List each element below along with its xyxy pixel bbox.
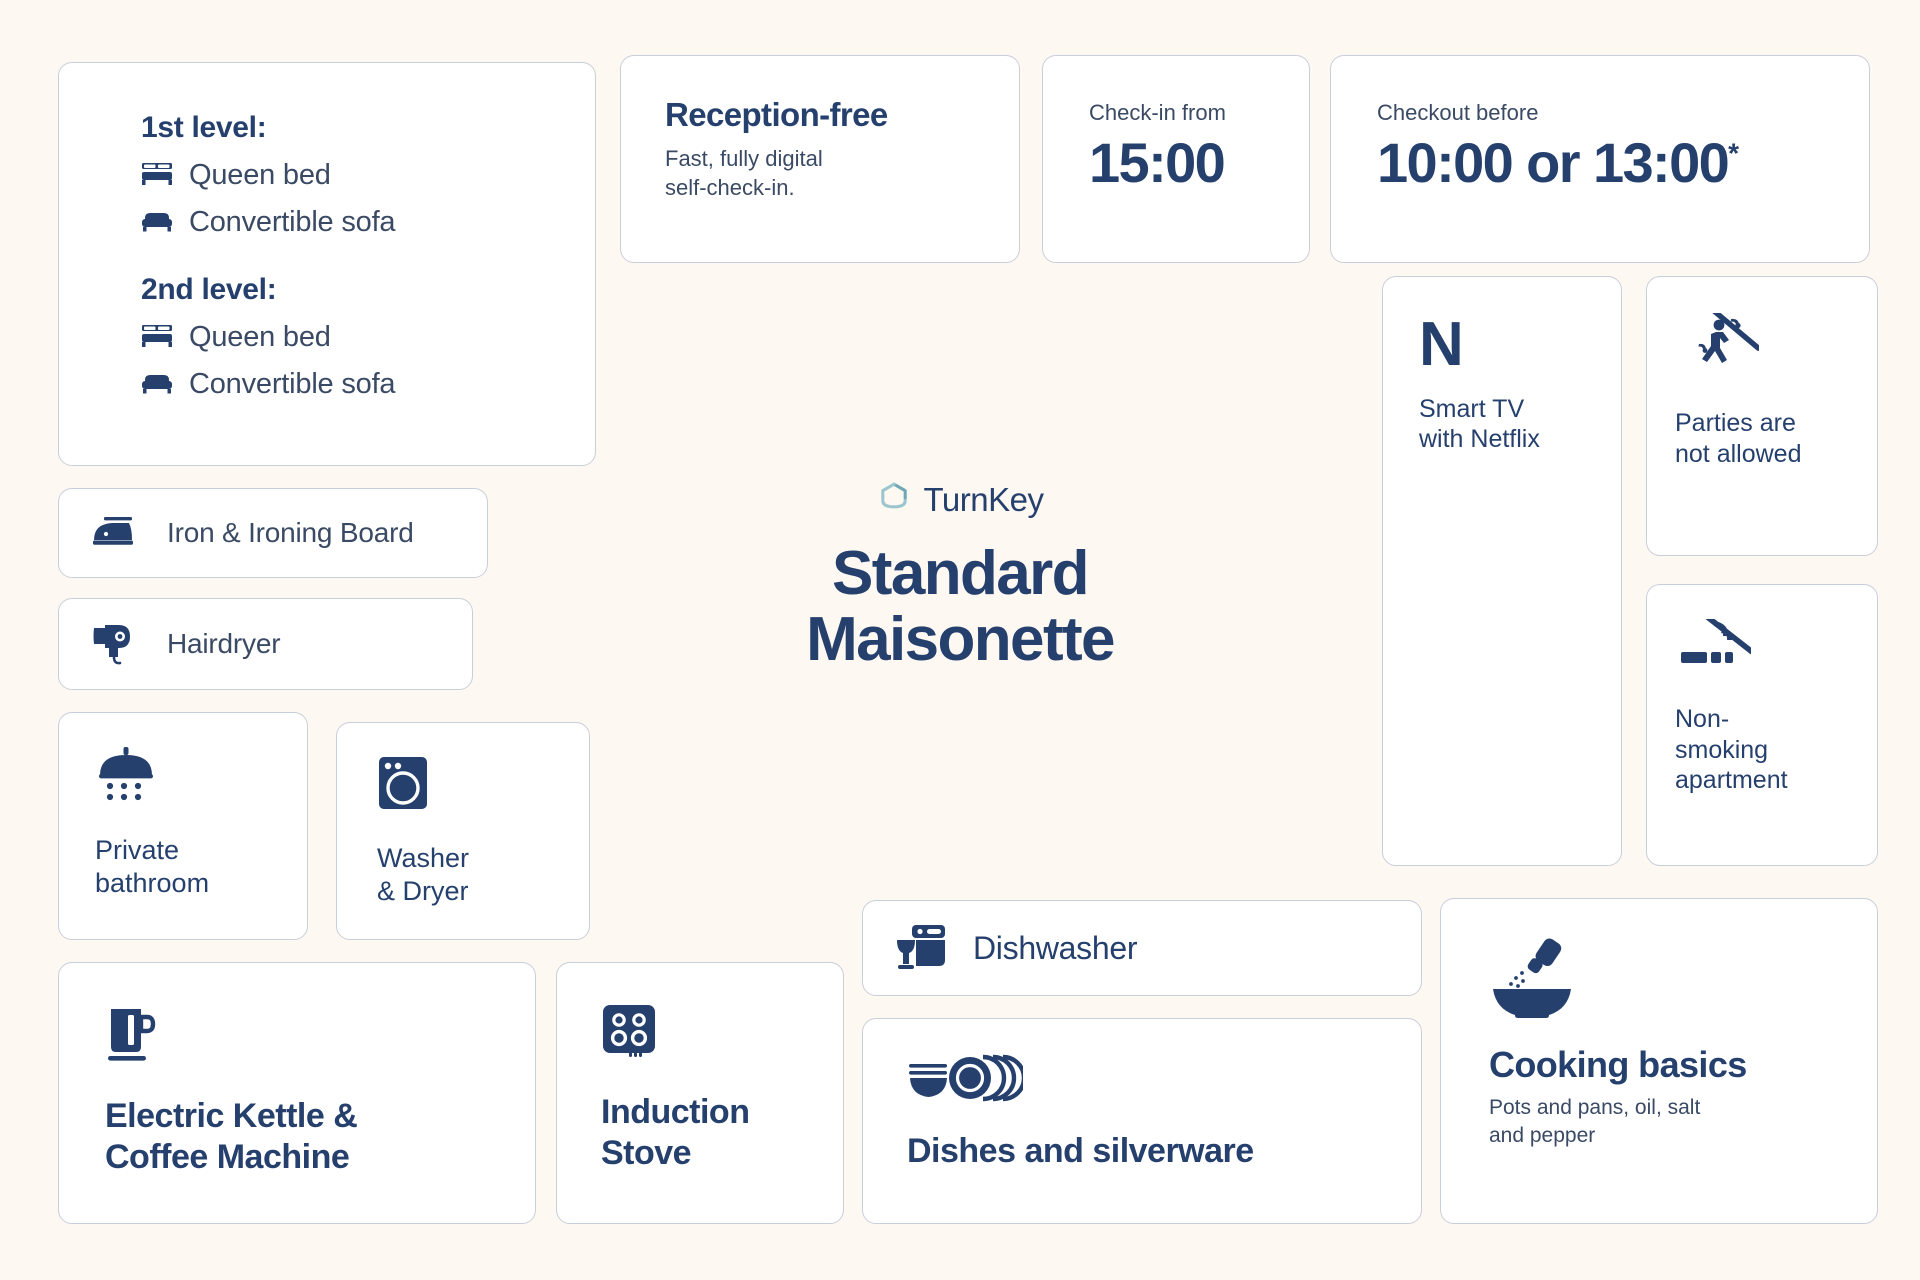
sleeping-item-label: Convertible sofa [189, 368, 396, 400]
level-title: 2nd level: [141, 273, 277, 306]
dishwasher-icon [895, 922, 947, 975]
cooking-basics-card: Cooking basics Pots and pans, oil, salt … [1440, 898, 1878, 1224]
no-smoking-card: Non- smoking apartment [1646, 584, 1878, 866]
bed-icon [141, 322, 173, 353]
sleeping-item: Convertible sofa [141, 368, 595, 401]
induction-stove-label-line2: Stove [601, 1133, 692, 1172]
dishwasher-label: Dishwasher [973, 929, 1138, 966]
private-bathroom-label-line1: Private [95, 835, 180, 865]
induction-stove-label: Induction Stove [601, 1092, 843, 1174]
kettle-coffee-label: Electric Kettle & Coffee Machine [105, 1096, 535, 1178]
checkout-label: Checkout before [1377, 100, 1539, 125]
iron-icon [91, 514, 141, 553]
hairdryer-label: Hairdryer [167, 628, 281, 659]
no-parties-icon [1675, 303, 1762, 384]
checkout-footnote-marker: * [1728, 137, 1739, 169]
no-parties-label: Parties are not allowed [1675, 408, 1877, 469]
amenities-infographic: 1st level: Queen bed Convertible sofa 2n… [0, 0, 1920, 1280]
iron-label: Iron & Ironing Board [167, 517, 414, 548]
sleeping-item: Convertible sofa [141, 206, 595, 239]
washer-dryer-card: Washer & Dryer [336, 722, 590, 940]
induction-stove-label-line1: Induction [601, 1093, 750, 1131]
level-group-1: 1st level: Queen bed Convertible sofa [141, 111, 595, 239]
sleeping-item: Queen bed [141, 321, 595, 354]
brand-logo-row: TurnKey [690, 480, 1230, 519]
page-title-line1: Standard [832, 539, 1090, 608]
no-parties-label-line1: Parties are [1675, 409, 1796, 437]
kettle-icon [105, 1003, 163, 1070]
level-title: 1st level: [141, 111, 267, 144]
brand-name: TurnKey [923, 480, 1045, 518]
washer-dryer-label: Washer & Dryer [377, 842, 589, 908]
smart-tv-label-line2: with Netflix [1419, 425, 1540, 454]
sleeping-arrangement-card: 1st level: Queen bed Convertible sofa 2n… [58, 62, 596, 466]
cooking-basics-icon [1489, 937, 1575, 1024]
cooking-basics-title: Cooking basics [1489, 1044, 1747, 1085]
smart-tv-card: N Smart TV with Netflix [1382, 276, 1622, 866]
kettle-coffee-label-line1: Electric Kettle & [105, 1097, 358, 1135]
cooking-basics-subtitle-line2: and pepper [1489, 1123, 1596, 1147]
kettle-coffee-card: Electric Kettle & Coffee Machine [58, 962, 536, 1224]
page-title: Standard Maisonette [690, 539, 1230, 675]
checkout-time: 10:00 or 13:00* [1377, 130, 1869, 195]
hairdryer-card: Hairdryer [58, 598, 473, 690]
no-smoking-label-line1: Non- [1675, 705, 1730, 733]
level-group-2: 2nd level: Queen bed Convertible sofa [141, 273, 595, 401]
no-parties-card: Parties are not allowed [1646, 276, 1878, 556]
reception-subtitle-line1: Fast, fully digital [665, 146, 823, 171]
kettle-coffee-label-line2: Coffee Machine [105, 1137, 350, 1176]
reception-subtitle-line2: self-check-in. [665, 175, 795, 201]
reception-free-card: Reception-free Fast, fully digital self-… [620, 55, 1020, 263]
washer-dryer-label-line2: & Dryer [377, 875, 469, 906]
dishwasher-card: Dishwasher [862, 900, 1422, 996]
reception-subtitle: Fast, fully digital self-check-in. [665, 144, 1019, 202]
bed-icon [141, 160, 173, 191]
induction-stove-icon [601, 1003, 657, 1066]
brand-block: TurnKey Standard Maisonette [690, 480, 1230, 674]
turnkey-house-icon [877, 480, 911, 519]
page-title-line2: Maisonette [806, 605, 1115, 675]
shower-icon [95, 747, 157, 808]
private-bathroom-label-line2: bathroom [95, 867, 210, 898]
checkout-time-value: 10:00 or 13:00 [1377, 131, 1730, 194]
private-bathroom-label: Private bathroom [95, 834, 307, 900]
sleeping-item-label: Queen bed [189, 159, 331, 191]
smart-tv-label: Smart TV with Netflix [1419, 394, 1621, 455]
dishes-silverware-label: Dishes and silverware [907, 1132, 1254, 1170]
no-smoking-label: Non- smoking apartment [1675, 704, 1877, 796]
no-smoking-label-line2: smoking [1675, 735, 1769, 764]
smart-tv-label-line1: Smart TV [1419, 394, 1525, 423]
private-bathroom-card: Private bathroom [58, 712, 308, 940]
sofa-icon [141, 369, 173, 400]
dishes-silverware-card: Dishes and silverware [862, 1018, 1422, 1224]
check-in-card: Check-in from 15:00 [1042, 55, 1310, 263]
reception-title: Reception-free [665, 96, 888, 133]
no-smoking-icon [1675, 607, 1755, 680]
check-in-time: 15:00 [1089, 131, 1226, 194]
level-spacer [141, 239, 595, 273]
washing-machine-icon [377, 755, 429, 816]
washer-dryer-label-line1: Washer [377, 843, 470, 873]
sleeping-item: Queen bed [141, 159, 595, 192]
sleeping-item-label: Queen bed [189, 321, 331, 353]
check-in-label: Check-in from [1089, 100, 1226, 125]
sleeping-item-label: Convertible sofa [189, 206, 396, 238]
sofa-icon [141, 207, 173, 238]
no-parties-label-line2: not allowed [1675, 439, 1802, 468]
cooking-basics-subtitle: Pots and pans, oil, salt and pepper [1489, 1094, 1877, 1149]
checkout-card: Checkout before 10:00 or 13:00* [1330, 55, 1870, 263]
dishes-icon [907, 1047, 1027, 1114]
iron-card: Iron & Ironing Board [58, 488, 488, 578]
hairdryer-icon [91, 619, 141, 670]
induction-stove-card: Induction Stove [556, 962, 844, 1224]
no-smoking-label-line3: apartment [1675, 766, 1788, 794]
cooking-basics-subtitle-line1: Pots and pans, oil, salt [1489, 1096, 1701, 1119]
netflix-n-icon: N [1419, 310, 1464, 379]
